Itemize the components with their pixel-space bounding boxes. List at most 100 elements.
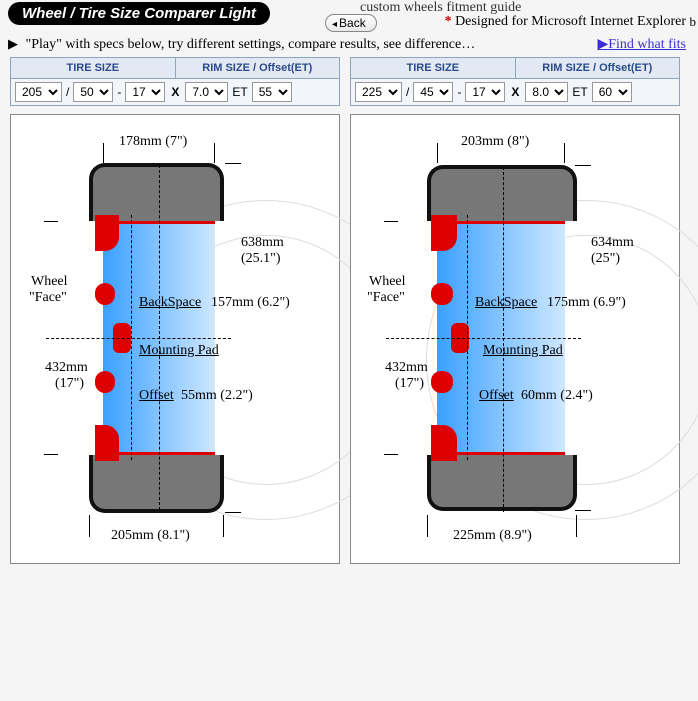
- face-label: Wheel: [31, 274, 68, 290]
- corner-letter: b: [690, 14, 697, 30]
- rim-size-header: RIM SIZE / Offset(ET): [176, 58, 340, 78]
- dim-tick: [576, 515, 577, 537]
- play-arrow-icon: ▶: [8, 36, 18, 51]
- dim-line: [351, 462, 352, 696]
- rim-dia-in-label: (17"): [55, 376, 84, 392]
- header: Wheel / Tire Size Comparer Light custom …: [0, 0, 698, 34]
- control-row: 205 / 50 - 17 X 7.0 ET 55: [10, 79, 340, 106]
- tire-width-select[interactable]: 205: [15, 82, 62, 102]
- app-title: Wheel / Tire Size Comparer Light: [8, 2, 270, 25]
- dim-tick: [564, 143, 565, 163]
- rim-flange: [431, 215, 457, 251]
- offset-label: Offset: [139, 388, 174, 404]
- dim-line: [11, 115, 123, 116]
- instruction-row: ▶ "Play" with specs below, try different…: [0, 34, 698, 57]
- rim-width-label: 178mm (7"): [119, 134, 187, 150]
- dim-line: [351, 696, 501, 697]
- dim-line: [11, 116, 12, 466]
- rim-width-select[interactable]: 8.0: [525, 82, 568, 102]
- offset-value: 60mm (2.4"): [521, 388, 593, 404]
- mount-label: Mounting Pad: [483, 343, 563, 359]
- dim-tick: [384, 221, 398, 222]
- tire-bottom: [89, 455, 224, 513]
- rim-dia-label: 432mm: [45, 360, 88, 376]
- face-label-2: "Face": [29, 290, 67, 306]
- tire-width-label: 205mm (8.1"): [111, 528, 190, 544]
- ie-note: * Designed for Microsoft Internet Explor…: [445, 14, 686, 30]
- outer-dia-label: 634mm: [591, 235, 634, 251]
- backspace-label: BackSpace: [139, 295, 201, 311]
- control-row: 225 / 45 - 17 X 8.0 ET 60: [350, 79, 680, 106]
- tire-top: [89, 163, 224, 221]
- offset-select[interactable]: 60: [592, 82, 632, 102]
- dim-tick: [427, 515, 428, 537]
- et-label: ET: [232, 85, 247, 99]
- rim-flange: [431, 371, 453, 393]
- outer-dia-in-label: (25.1"): [241, 251, 281, 267]
- x-divider: X: [509, 85, 521, 99]
- diameter-select[interactable]: 17: [125, 82, 165, 102]
- dim-tick: [44, 221, 58, 222]
- asterisk-icon: *: [445, 14, 456, 29]
- control-header: TIRE SIZE RIM SIZE / Offset(ET): [10, 57, 340, 79]
- back-label: Back: [339, 16, 366, 30]
- dim-tick: [384, 454, 398, 455]
- aspect-select[interactable]: 45: [413, 82, 453, 102]
- rim-flange: [95, 371, 115, 393]
- dim-tick: [225, 512, 241, 513]
- rim-width-select[interactable]: 7.0: [185, 82, 228, 102]
- instruction-text: "Play" with specs below, try different s…: [26, 37, 476, 52]
- aspect-select[interactable]: 50: [73, 82, 113, 102]
- tire-bottom: [427, 455, 577, 511]
- offset-value: 55mm (2.2"): [181, 388, 253, 404]
- dim-tick: [575, 510, 591, 511]
- tire-width-label: 225mm (8.9"): [453, 528, 532, 544]
- tire-size-header: TIRE SIZE: [351, 58, 516, 78]
- tire-width-select[interactable]: 225: [355, 82, 402, 102]
- left-column: TIRE SIZE RIM SIZE / Offset(ET) 205 / 50…: [10, 57, 340, 564]
- mount-label: Mounting Pad: [139, 343, 219, 359]
- dim-line: [351, 115, 479, 116]
- rim-flange: [95, 215, 119, 251]
- backspace-value: 157mm (6.2"): [211, 295, 290, 311]
- backspace-value: 175mm (6.9"): [547, 295, 626, 311]
- dim-tick: [214, 143, 215, 163]
- right-column: TIRE SIZE RIM SIZE / Offset(ET) 225 / 45…: [350, 57, 680, 564]
- dim-tick: [437, 143, 438, 163]
- dim-line: [11, 466, 12, 700]
- rim-flange: [95, 283, 115, 305]
- dim-tick: [225, 163, 241, 164]
- tire-size-header: TIRE SIZE: [11, 58, 176, 78]
- dim-tick: [575, 165, 591, 166]
- back-button[interactable]: Back: [325, 14, 377, 32]
- axis-centerline: [46, 338, 231, 339]
- rim-flange: [95, 425, 119, 461]
- dim-tick: [44, 454, 58, 455]
- dim-tick: [223, 515, 224, 537]
- wheel-diagram-left: 178mm (7") 638mm (25.1") 432mm (17") Whe…: [10, 114, 340, 564]
- offset-label: Offset: [479, 388, 514, 404]
- x-divider: X: [169, 85, 181, 99]
- rim-size-header: RIM SIZE / Offset(ET): [516, 58, 680, 78]
- dim-tick: [103, 143, 104, 163]
- play-arrow-icon: ▶: [597, 37, 608, 52]
- tire-centerline: [503, 167, 504, 512]
- tire-top: [427, 165, 577, 221]
- offset-select[interactable]: 55: [252, 82, 292, 102]
- rim-dia-label: 432mm: [385, 360, 428, 376]
- diameter-select[interactable]: 17: [465, 82, 505, 102]
- outer-dia-label: 638mm: [241, 235, 284, 251]
- find-what-fits-link[interactable]: ▶Find what fits: [597, 36, 686, 53]
- rim-width-label: 203mm (8"): [461, 134, 529, 150]
- backspace-label: BackSpace: [475, 295, 537, 311]
- et-label: ET: [572, 85, 587, 99]
- outer-dia-in-label: (25"): [591, 251, 620, 267]
- rim-flange: [431, 425, 457, 461]
- rim-dia-in-label: (17"): [395, 376, 424, 392]
- control-header: TIRE SIZE RIM SIZE / Offset(ET): [350, 57, 680, 79]
- wheel-diagram-right: 203mm (8") 634mm (25") 432mm (17") Wheel…: [350, 114, 680, 564]
- face-label-2: "Face": [367, 290, 405, 306]
- dim-tick: [89, 515, 90, 537]
- dim-line: [351, 116, 352, 462]
- rim-flange: [431, 283, 453, 305]
